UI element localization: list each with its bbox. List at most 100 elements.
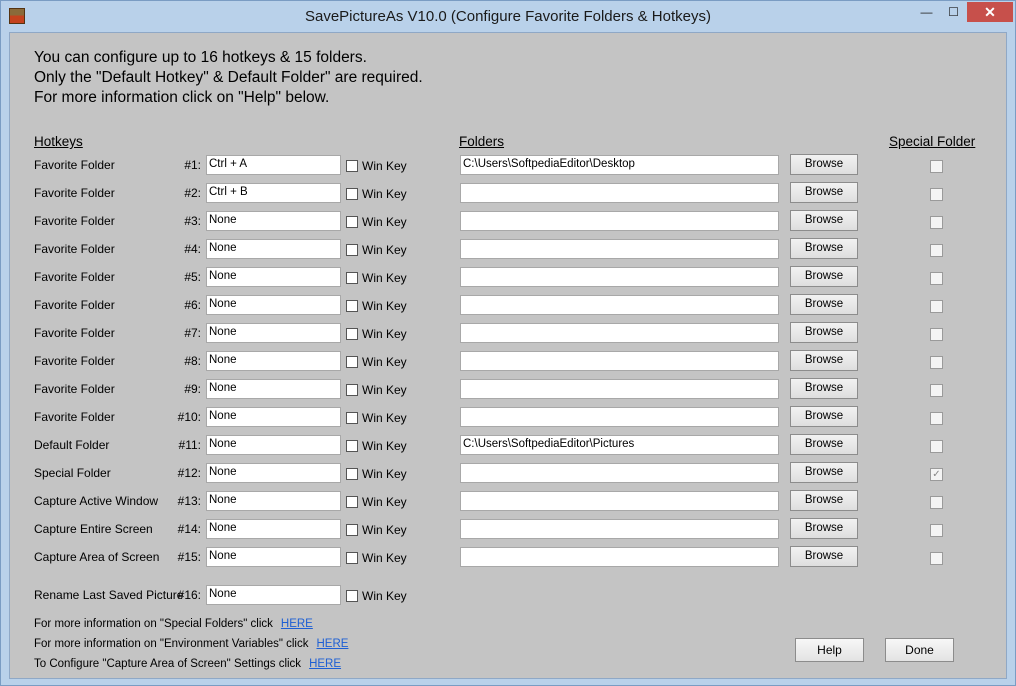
hotkey-input[interactable]: None	[206, 379, 341, 399]
folder-path-input[interactable]: C:\Users\SoftpediaEditor\Pictures	[460, 435, 779, 455]
done-button[interactable]: Done	[885, 638, 954, 662]
special-folder-checkbox[interactable]	[930, 412, 943, 425]
folder-path-input[interactable]	[460, 379, 779, 399]
hotkey-input[interactable]: None	[206, 547, 341, 567]
special-folder-checkbox[interactable]	[930, 440, 943, 453]
special-folder-checkbox[interactable]	[930, 496, 943, 509]
win-key-label: Win Key	[362, 523, 407, 537]
win-key-checkbox[interactable]	[346, 440, 358, 452]
hotkey-input[interactable]: Ctrl + B	[206, 183, 341, 203]
browse-button[interactable]: Browse	[790, 518, 858, 539]
browse-button[interactable]: Browse	[790, 434, 858, 455]
folder-path-input[interactable]	[460, 267, 779, 287]
rename-hotkey-input[interactable]: None	[206, 585, 341, 605]
folder-path-input[interactable]	[460, 547, 779, 567]
folder-path-input[interactable]	[460, 491, 779, 511]
special-folder-checkbox[interactable]	[930, 160, 943, 173]
win-key-checkbox[interactable]	[346, 496, 358, 508]
special-folder-checkbox[interactable]	[930, 524, 943, 537]
hotkey-input[interactable]: None	[206, 239, 341, 259]
folder-path-input[interactable]: C:\Users\SoftpediaEditor\Desktop	[460, 155, 779, 175]
hotkey-input[interactable]: None	[206, 491, 341, 511]
hotkey-input[interactable]: None	[206, 463, 341, 483]
win-key-checkbox[interactable]	[346, 412, 358, 424]
hotkey-input[interactable]: None	[206, 407, 341, 427]
special-folder-checkbox[interactable]	[930, 300, 943, 313]
special-folder-checkbox[interactable]	[930, 216, 943, 229]
browse-button[interactable]: Browse	[790, 406, 858, 427]
browse-button[interactable]: Browse	[790, 350, 858, 371]
hotkey-input[interactable]: None	[206, 267, 341, 287]
browse-button[interactable]: Browse	[790, 154, 858, 175]
browse-button[interactable]: Browse	[790, 378, 858, 399]
win-key-checkbox[interactable]	[346, 328, 358, 340]
browse-button[interactable]: Browse	[790, 238, 858, 259]
browse-button[interactable]: Browse	[790, 182, 858, 203]
hotkey-input[interactable]: Ctrl + A	[206, 155, 341, 175]
special-folder-checkbox[interactable]	[930, 384, 943, 397]
environment-variables-help-link[interactable]: HERE	[316, 638, 348, 650]
row-label: Favorite Folder	[34, 214, 115, 228]
row-label: Favorite Folder	[34, 354, 115, 368]
browse-button[interactable]: Browse	[790, 490, 858, 511]
hotkey-input[interactable]: None	[206, 435, 341, 455]
maximize-button[interactable]: ☐	[940, 2, 967, 22]
title-bar[interactable]: SavePictureAs V10.0 (Configure Favorite …	[1, 1, 1015, 32]
browse-button[interactable]: Browse	[790, 294, 858, 315]
win-key-checkbox[interactable]	[346, 552, 358, 564]
folder-path-input[interactable]	[460, 351, 779, 371]
special-folder-checkbox[interactable]	[930, 272, 943, 285]
win-key-checkbox[interactable]	[346, 244, 358, 256]
capture-area-settings-link[interactable]: HERE	[309, 658, 341, 670]
hotkey-input[interactable]: None	[206, 519, 341, 539]
row-label: Capture Active Window	[34, 494, 159, 508]
special-folder-checkbox[interactable]	[930, 328, 943, 341]
minimize-button[interactable]: —	[913, 2, 940, 22]
special-folders-help-link[interactable]: HERE	[281, 618, 313, 630]
browse-button[interactable]: Browse	[790, 210, 858, 231]
hotkey-input[interactable]: None	[206, 295, 341, 315]
win-key-checkbox[interactable]	[346, 188, 358, 200]
help-button[interactable]: Help	[795, 638, 864, 662]
special-folder-checkbox[interactable]	[930, 188, 943, 201]
browse-button[interactable]: Browse	[790, 322, 858, 343]
hotkey-input[interactable]: None	[206, 323, 341, 343]
win-key-checkbox[interactable]	[346, 300, 358, 312]
win-key-checkbox[interactable]	[346, 272, 358, 284]
hotkeys-header: Hotkeys	[34, 134, 83, 149]
folder-path-input[interactable]	[460, 239, 779, 259]
win-key-checkbox[interactable]	[346, 356, 358, 368]
folder-path-input[interactable]	[460, 183, 779, 203]
win-key-label: Win Key	[362, 383, 407, 397]
browse-button[interactable]: Browse	[790, 266, 858, 287]
hotkey-input[interactable]: None	[206, 211, 341, 231]
row-number: #14:	[177, 522, 201, 536]
win-key-checkbox[interactable]	[346, 384, 358, 396]
row-number: #8:	[184, 354, 201, 368]
browse-button[interactable]: Browse	[790, 546, 858, 567]
hotkey-input[interactable]: None	[206, 351, 341, 371]
row-number: #11:	[178, 438, 201, 452]
browse-button[interactable]: Browse	[790, 462, 858, 483]
rename-win-key-checkbox[interactable]	[346, 590, 358, 602]
special-folder-checkbox[interactable]	[930, 356, 943, 369]
folder-path-input[interactable]	[460, 407, 779, 427]
win-key-checkbox[interactable]	[346, 524, 358, 536]
win-key-checkbox[interactable]	[346, 216, 358, 228]
row-number: #15:	[177, 550, 201, 564]
folder-path-input[interactable]	[460, 211, 779, 231]
special-folder-checkbox[interactable]	[930, 552, 943, 565]
special-folder-checkbox[interactable]: ✓	[930, 468, 943, 481]
win-key-checkbox[interactable]	[346, 468, 358, 480]
special-folder-checkbox[interactable]	[930, 244, 943, 257]
rename-win-key-label: Win Key	[362, 589, 407, 603]
folder-path-input[interactable]	[460, 323, 779, 343]
win-key-label: Win Key	[362, 467, 407, 481]
folder-path-input[interactable]	[460, 295, 779, 315]
close-button[interactable]: ✕	[967, 2, 1013, 22]
info-special-folders: For more information on "Special Folders…	[34, 618, 313, 630]
win-key-label: Win Key	[362, 411, 407, 425]
win-key-checkbox[interactable]	[346, 160, 358, 172]
folder-path-input[interactable]	[460, 519, 779, 539]
folder-path-input[interactable]	[460, 463, 779, 483]
